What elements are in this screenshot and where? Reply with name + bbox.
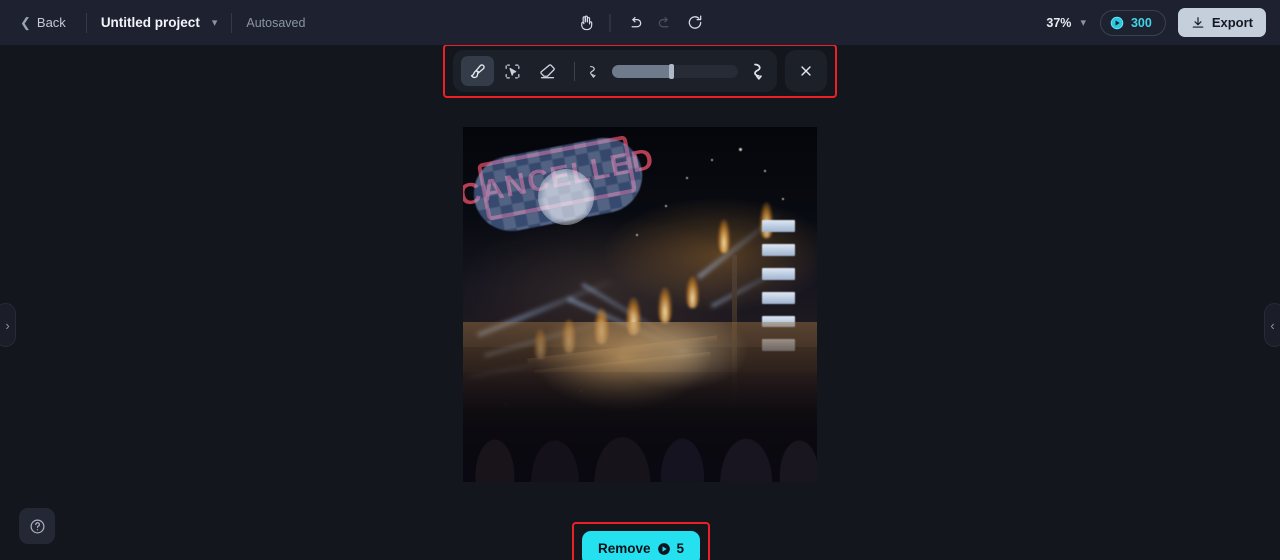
chevron-down-icon: ▾ — [1080, 17, 1086, 29]
slider-fill — [612, 64, 672, 78]
project-title: Untitled project — [100, 15, 200, 30]
divider-2 — [231, 12, 233, 33]
redo-button[interactable] — [650, 8, 680, 38]
brush-stroke-small-icon — [590, 65, 596, 78]
close-toolbar-button[interactable] — [785, 50, 827, 92]
back-label: Back — [36, 15, 66, 30]
brush-size-control — [585, 61, 769, 82]
back-button[interactable]: ❮ Back — [14, 10, 72, 35]
canvas-image[interactable]: CANCELLED — [463, 127, 817, 482]
toolbar-divider — [574, 61, 575, 81]
export-button[interactable]: Export — [1177, 8, 1266, 37]
tool-separator — [609, 13, 611, 32]
chevron-down-icon[interactable]: ▾ — [212, 16, 218, 29]
download-icon — [1192, 16, 1204, 28]
left-panel-handle[interactable]: › — [0, 303, 16, 347]
zoom-value: 37% — [1046, 15, 1072, 30]
chevron-left-icon: ❮ — [20, 15, 31, 30]
remove-cost: 5 — [676, 541, 685, 556]
top-bar: ❮ Back Untitled project ▾ Autosaved 37% … — [0, 0, 1280, 45]
brush-tool-button[interactable] — [461, 56, 494, 86]
eraser-icon — [540, 63, 555, 78]
chevron-right-icon: › — [5, 317, 10, 333]
credits-value: 300 — [1130, 15, 1152, 30]
hand-icon — [580, 15, 592, 31]
canvas-area[interactable]: › ‹ Remove 5 — [0, 45, 1280, 560]
remove-button-highlight: Remove 5 — [572, 522, 710, 560]
editor-app: ❮ Back Untitled project ▾ Autosaved 37% … — [0, 0, 1280, 560]
brush-stroke-large-icon — [754, 63, 762, 80]
magic-select-tool-button[interactable] — [496, 56, 529, 86]
credits-badge[interactable]: 300 — [1099, 9, 1166, 36]
top-bar-left: ❮ Back Untitled project ▾ Autosaved — [0, 10, 305, 35]
undo-button[interactable] — [620, 8, 650, 38]
refresh-icon — [688, 15, 701, 29]
photo-crowd — [463, 371, 817, 482]
zoom-control[interactable]: 37% ▾ — [1044, 12, 1088, 34]
remove-label: Remove — [597, 541, 651, 556]
question-mark-circle-icon — [30, 519, 44, 533]
hand-tool-button[interactable] — [571, 8, 601, 38]
remove-button[interactable]: Remove 5 — [582, 531, 700, 560]
redo-arrow-icon — [658, 16, 668, 28]
divider-1 — [85, 12, 87, 33]
eraser-tool-button[interactable] — [531, 56, 564, 86]
top-bar-right: 37% ▾ 300 Export — [1044, 8, 1266, 37]
photo-content: CANCELLED — [463, 127, 817, 482]
cursor-select-icon — [505, 64, 520, 78]
edit-toolbar-highlight — [443, 44, 837, 98]
brush-size-slider[interactable] — [612, 63, 738, 79]
coin-icon — [657, 542, 670, 555]
export-label: Export — [1211, 15, 1253, 30]
paint-brush-icon — [470, 63, 485, 78]
top-bar-center-tools — [571, 8, 710, 38]
autosaved-status: Autosaved — [246, 15, 306, 30]
right-panel-handle[interactable]: ‹ — [1264, 303, 1280, 347]
reset-button[interactable] — [680, 8, 710, 38]
coin-icon — [1110, 16, 1124, 29]
close-x-icon — [801, 66, 811, 76]
slider-thumb[interactable] — [669, 63, 675, 79]
brush-cursor — [538, 169, 594, 225]
undo-arrow-icon — [631, 16, 641, 28]
chevron-left-icon: ‹ — [1270, 317, 1275, 333]
edit-toolbar — [453, 50, 777, 92]
help-button[interactable] — [19, 508, 55, 544]
